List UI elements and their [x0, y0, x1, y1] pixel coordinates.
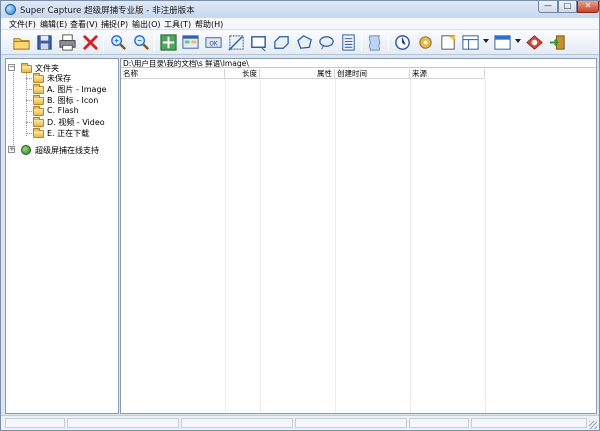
tree-line	[26, 78, 32, 79]
status-cell	[471, 418, 587, 428]
menu-bar: 文件(F) 编辑(E) 查看(V) 捕捉(P) 输出(O) 工具(T) 帮助(H…	[1, 18, 599, 30]
tree-line	[26, 89, 32, 90]
folder-icon	[33, 117, 44, 127]
folder-icon	[33, 106, 44, 116]
current-path: D:\用户目录\我的文档\s 鲜语\Image\	[121, 59, 596, 68]
app-window: Super Capture 超级屏捕专业版 - 非注册版本 — □ ✕ 文件(F…	[0, 0, 600, 431]
tree-label: B. 图标 - Icon	[47, 96, 99, 105]
tree-node-unsaved[interactable]: 未保存	[26, 73, 118, 84]
expand-icon[interactable]: +	[8, 146, 15, 153]
menu-tools[interactable]: 工具(T)	[164, 19, 191, 30]
view-dropdown-icon[interactable]	[515, 39, 521, 43]
zoom-out-icon[interactable]	[132, 33, 151, 52]
tree-node-flash[interactable]: C. Flash	[26, 106, 118, 117]
settings-icon[interactable]	[416, 33, 435, 52]
collapse-icon[interactable]: −	[8, 64, 15, 71]
status-cell	[67, 418, 179, 428]
capture-desktop-icon[interactable]	[159, 33, 178, 52]
column-divider	[260, 79, 261, 413]
menu-capture[interactable]: 捕捉(P)	[101, 19, 128, 30]
timer-icon[interactable]	[393, 33, 412, 52]
folder-icon	[33, 73, 44, 83]
layout-icon[interactable]	[461, 33, 480, 52]
tree-line	[26, 100, 32, 101]
folder-icon	[33, 84, 44, 94]
menu-file[interactable]: 文件(F)	[9, 19, 36, 30]
column-attributes[interactable]: 属性	[260, 69, 335, 79]
capture-window-icon[interactable]	[181, 33, 200, 52]
globe-icon	[21, 145, 31, 155]
status-cell	[409, 418, 469, 428]
status-bar	[1, 415, 599, 430]
view-options-icon[interactable]	[493, 33, 512, 52]
toolbar-separator	[103, 34, 104, 51]
tree-label: D. 视频 - Video	[47, 118, 105, 127]
ie-capture-icon[interactable]	[525, 33, 544, 52]
tree-label: E. 正在下载	[47, 129, 90, 138]
tree-label: 未保存	[47, 74, 71, 83]
tree-line	[26, 111, 32, 112]
capture-round-rect-icon[interactable]	[295, 33, 314, 52]
capture-button-icon[interactable]: OK	[204, 33, 223, 52]
minimize-button[interactable]: —	[538, 1, 558, 13]
delete-icon[interactable]	[81, 33, 100, 52]
column-length[interactable]: 长度	[225, 69, 260, 79]
status-cell	[5, 418, 65, 428]
tree-node-online-support[interactable]: + 超级屏捕在线支持	[8, 145, 116, 156]
capture-rectangle-icon[interactable]	[249, 33, 268, 52]
folder-icon	[33, 95, 44, 105]
toolbar-separator	[154, 34, 155, 51]
column-name[interactable]: 名称	[121, 69, 225, 79]
tree-line	[26, 133, 32, 134]
capture-wave-icon[interactable]	[366, 33, 385, 52]
capture-region-icon[interactable]	[227, 33, 246, 52]
menu-output[interactable]: 输出(O)	[132, 19, 161, 30]
app-logo-icon	[5, 4, 16, 15]
column-divider	[225, 79, 226, 413]
tree-line	[26, 122, 32, 123]
window-title: Super Capture 超级屏捕专业版 - 非注册版本	[20, 6, 195, 16]
status-cell	[181, 418, 293, 428]
tree-node-icon[interactable]: B. 图标 - Icon	[26, 95, 118, 106]
tree-node-image[interactable]: A. 图片 - Image	[26, 84, 118, 95]
file-list-header: 名称 长度 属性 创建时间 来源	[121, 69, 485, 79]
open-folder-icon[interactable]	[12, 33, 31, 52]
folder-icon	[33, 128, 44, 138]
column-created[interactable]: 创建时间	[335, 69, 410, 79]
svg-text:OK: OK	[209, 41, 217, 47]
resize-grip-icon[interactable]	[589, 421, 597, 429]
maximize-button[interactable]: □	[558, 1, 577, 13]
capture-freehand-icon[interactable]	[317, 33, 336, 52]
toolbar: OK	[1, 30, 599, 55]
tree-label: A. 图片 - Image	[47, 85, 107, 94]
effects-icon[interactable]	[439, 33, 458, 52]
column-source[interactable]: 来源	[410, 69, 485, 79]
toolbar-separator	[388, 34, 389, 51]
tree-label: 超级屏捕在线支持	[35, 146, 99, 155]
menu-help[interactable]: 帮助(H)	[195, 19, 223, 30]
column-divider	[485, 79, 486, 413]
tree-label: C. Flash	[47, 106, 79, 115]
tree-node-downloading[interactable]: E. 正在下载	[26, 128, 118, 139]
tree-line	[13, 69, 14, 151]
exit-icon[interactable]	[548, 33, 567, 52]
save-icon[interactable]	[35, 33, 54, 52]
title-bar[interactable]: Super Capture 超级屏捕专业版 - 非注册版本 — □ ✕	[1, 1, 599, 18]
close-button[interactable]: ✕	[577, 1, 599, 13]
layout-dropdown-icon[interactable]	[483, 39, 489, 43]
zoom-in-icon[interactable]	[109, 33, 128, 52]
toolbar-separator	[361, 34, 362, 51]
status-cell	[295, 418, 407, 428]
folder-tree[interactable]: − 文件夹 未保存 A. 图片 - Image B. 图标 - Icon C. …	[5, 58, 119, 414]
column-divider	[410, 79, 411, 413]
menu-view[interactable]: 查看(V)	[70, 19, 98, 30]
capture-scroll-icon[interactable]	[339, 33, 358, 52]
capture-ellipse-icon[interactable]	[272, 33, 291, 52]
folder-icon	[21, 63, 32, 73]
column-divider	[335, 79, 336, 413]
tree-node-video[interactable]: D. 视频 - Video	[26, 117, 118, 128]
print-icon[interactable]	[58, 33, 77, 52]
menu-edit[interactable]: 编辑(E)	[40, 19, 67, 30]
file-list-panel[interactable]: D:\用户目录\我的文档\s 鲜语\Image\ 名称 长度 属性 创建时间 来…	[120, 58, 597, 414]
